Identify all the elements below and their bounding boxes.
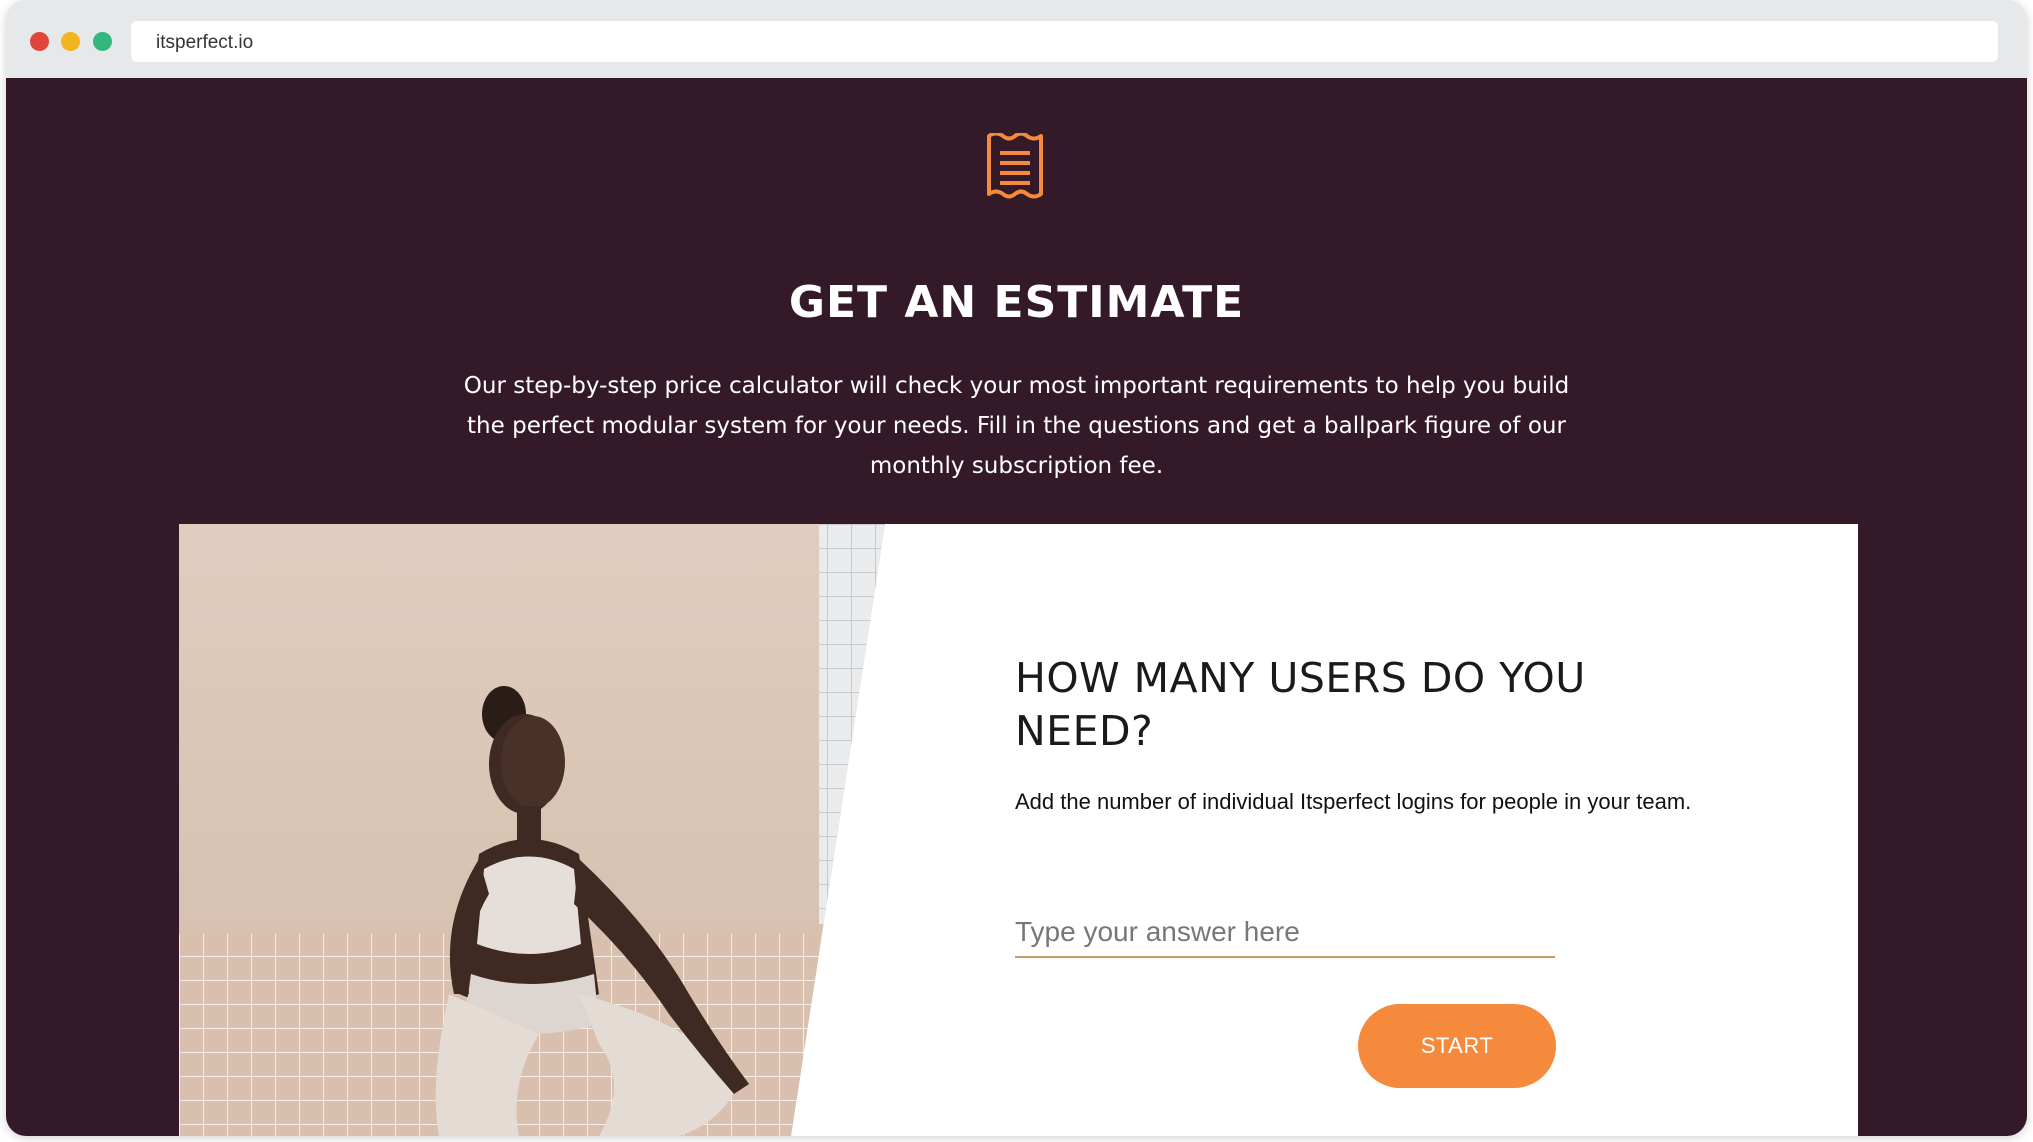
model-photo xyxy=(179,524,885,1136)
browser-titlebar: itsperfect.io xyxy=(6,0,2027,78)
calculator-card: HOW MANY USERS DO YOU NEED? Add the numb… xyxy=(179,524,1858,1136)
answer-input[interactable] xyxy=(1015,908,1555,958)
question-heading: HOW MANY USERS DO YOU NEED? xyxy=(1015,654,1586,755)
address-bar[interactable]: itsperfect.io xyxy=(131,21,1998,62)
close-window-button[interactable] xyxy=(30,32,49,51)
question-helper-text: Add the number of individual Itsperfect … xyxy=(1015,789,1692,814)
intro-text: Our step-by-step price calculator will c… xyxy=(463,373,1570,479)
start-button[interactable]: START xyxy=(1358,1004,1556,1088)
maximize-window-button[interactable] xyxy=(93,32,112,51)
minimize-window-button[interactable] xyxy=(61,32,80,51)
address-url[interactable]: itsperfect.io xyxy=(156,32,253,54)
page-title: GET AN ESTIMATE xyxy=(788,277,1245,329)
receipt-icon xyxy=(987,133,1043,199)
estimate-page: GET AN ESTIMATE Our step-by-step price c… xyxy=(6,78,2027,1136)
browser-window: itsperfect.io GET AN ESTIMATE Our step-b… xyxy=(6,0,2027,1136)
